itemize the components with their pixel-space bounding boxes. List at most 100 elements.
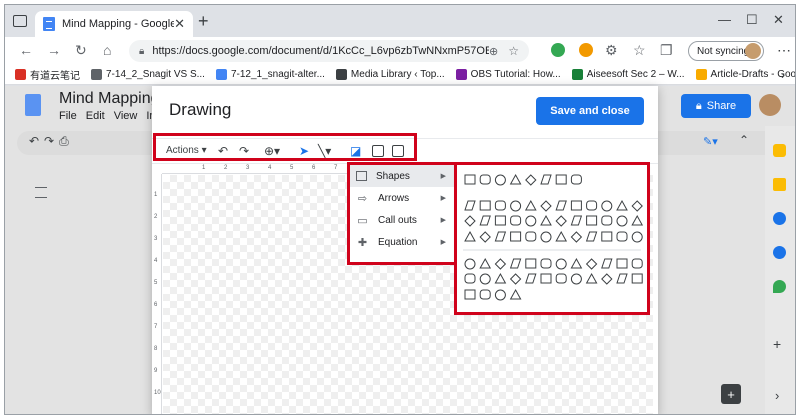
avatar[interactable] [759, 94, 781, 116]
zoom-icon[interactable]: ⊕▾ [264, 144, 280, 158]
bookmark-item[interactable]: 7-12_1_snagit-alter... [215, 69, 325, 80]
maps-icon[interactable] [773, 280, 786, 293]
shape-option-icon[interactable] [464, 258, 476, 270]
shape-option-icon[interactable] [570, 231, 583, 243]
document-title[interactable]: Mind Mapping [59, 90, 160, 108]
contacts-icon[interactable] [773, 246, 786, 259]
shape-option-icon[interactable] [525, 273, 537, 284]
bookmark-item[interactable]: 7-14_2_Snagit VS S... [91, 69, 205, 80]
shape-option-icon[interactable] [616, 231, 628, 242]
bookmark-item[interactable]: OBS Tutorial: How... [455, 69, 561, 80]
shape-option-icon[interactable] [540, 273, 552, 284]
shape-option-icon[interactable] [555, 200, 567, 211]
shape-option-icon[interactable] [464, 273, 476, 284]
shape-option-icon[interactable] [631, 273, 643, 284]
text-box-icon[interactable] [372, 145, 384, 157]
shape-option-icon[interactable] [494, 289, 506, 301]
shape-option-icon[interactable] [509, 258, 522, 269]
extensions-puzzle-icon[interactable]: ⚙ [605, 42, 618, 59]
more-icon[interactable]: ⋯ [777, 42, 791, 59]
save-and-close-button[interactable]: Save and close [536, 97, 644, 125]
select-icon[interactable]: ➤ [299, 144, 309, 158]
shape-option-icon[interactable] [555, 230, 568, 242]
shape-option-icon[interactable] [525, 174, 537, 186]
tab-active[interactable]: Mind Mapping - Google Docs ✕ [35, 11, 193, 37]
reload-icon[interactable]: ↻ [75, 42, 87, 59]
shape-option-icon[interactable] [585, 258, 598, 270]
extension-icon[interactable] [551, 43, 565, 57]
shape-option-icon[interactable] [509, 173, 522, 185]
home-icon[interactable]: ⌂ [103, 42, 111, 58]
menu-item-shapes[interactable]: Shapes ▶ [350, 165, 454, 187]
collections-icon[interactable]: ❐ [660, 42, 673, 59]
favorite-star-icon[interactable]: ☆ [508, 44, 519, 58]
shape-option-icon[interactable] [631, 258, 643, 269]
shape-option-icon[interactable] [494, 231, 507, 242]
shape-option-icon[interactable] [555, 273, 567, 284]
shape-option-icon[interactable] [585, 272, 598, 284]
shape-option-icon[interactable] [540, 231, 552, 243]
shape-option-icon[interactable] [510, 231, 522, 242]
shape-option-icon[interactable] [570, 273, 582, 285]
shape-option-icon[interactable] [479, 200, 491, 211]
shape-option-icon[interactable] [570, 215, 583, 226]
shape-icon[interactable]: ◪ [350, 144, 361, 158]
maximize-icon[interactable]: ☐ [746, 12, 758, 28]
address-bar[interactable]: 🔒︎ https://docs.google.com/document/d/1K… [129, 40, 529, 62]
shape-option-icon[interactable] [494, 272, 507, 284]
menu-view[interactable]: View [114, 110, 138, 122]
shape-option-icon[interactable] [555, 215, 567, 227]
shape-option-icon[interactable] [494, 200, 506, 211]
shape-option-icon[interactable] [510, 215, 522, 226]
shape-option-icon[interactable] [494, 258, 507, 270]
shape-option-icon[interactable] [601, 215, 613, 226]
shape-option-icon[interactable] [464, 200, 476, 211]
keep-icon[interactable] [773, 178, 786, 191]
shape-option-icon[interactable] [616, 215, 628, 227]
tasks-icon[interactable] [773, 212, 786, 225]
image-icon[interactable] [392, 145, 404, 157]
minimize-icon[interactable]: — [718, 12, 731, 27]
shape-option-icon[interactable] [510, 200, 522, 212]
shape-option-icon[interactable] [525, 231, 537, 242]
shape-option-icon[interactable] [616, 273, 628, 284]
shape-option-icon[interactable] [631, 200, 643, 212]
shape-option-icon[interactable] [464, 174, 476, 185]
close-icon[interactable]: ✕ [174, 16, 185, 32]
shape-option-icon[interactable] [585, 231, 598, 242]
undo-redo-icons[interactable]: ↶↷⎙ [29, 134, 74, 149]
shape-option-icon[interactable] [479, 231, 491, 243]
shape-option-icon[interactable] [540, 174, 552, 185]
bookmark-item[interactable]: Aiseesoft Sec 2 – W... [571, 69, 685, 80]
zoom-icon[interactable]: ⊕ [489, 45, 498, 58]
new-tab-button[interactable]: + [198, 11, 209, 32]
shape-option-icon[interactable] [479, 174, 491, 185]
window-close-icon[interactable]: ✕ [773, 12, 784, 28]
lock-icon[interactable]: 🔒︎ [139, 46, 144, 57]
shape-option-icon[interactable] [524, 199, 537, 211]
shape-option-icon[interactable] [570, 257, 583, 269]
shape-option-icon[interactable] [525, 215, 537, 227]
docs-logo-icon[interactable] [25, 94, 41, 116]
shape-option-icon[interactable] [525, 258, 537, 269]
shape-option-icon[interactable] [601, 273, 613, 285]
shape-option-icon[interactable] [494, 215, 506, 226]
shape-option-icon[interactable] [540, 258, 552, 269]
shape-option-icon[interactable] [631, 214, 644, 226]
actions-menu[interactable]: Actions ▾ [166, 145, 207, 156]
pen-icon[interactable]: ✎▾ [703, 135, 718, 148]
profile-sync-button[interactable]: Not syncing [688, 41, 764, 61]
shape-option-icon[interactable] [555, 258, 567, 270]
shape-option-icon[interactable] [479, 257, 492, 269]
shape-option-icon[interactable] [540, 214, 552, 226]
shape-option-icon[interactable] [616, 258, 628, 269]
shape-option-icon[interactable] [601, 200, 613, 212]
shape-option-icon[interactable] [570, 174, 582, 185]
add-comment-icon[interactable]: + [721, 384, 741, 404]
menu-edit[interactable]: Edit [86, 110, 105, 122]
forward-icon[interactable]: → [47, 42, 61, 58]
shape-option-icon[interactable] [464, 215, 476, 227]
menu-item-callouts[interactable]: ▭ Call outs ▶ [350, 209, 454, 231]
favorites-icon[interactable]: ☆ [633, 42, 646, 59]
shape-option-icon[interactable] [509, 288, 522, 300]
